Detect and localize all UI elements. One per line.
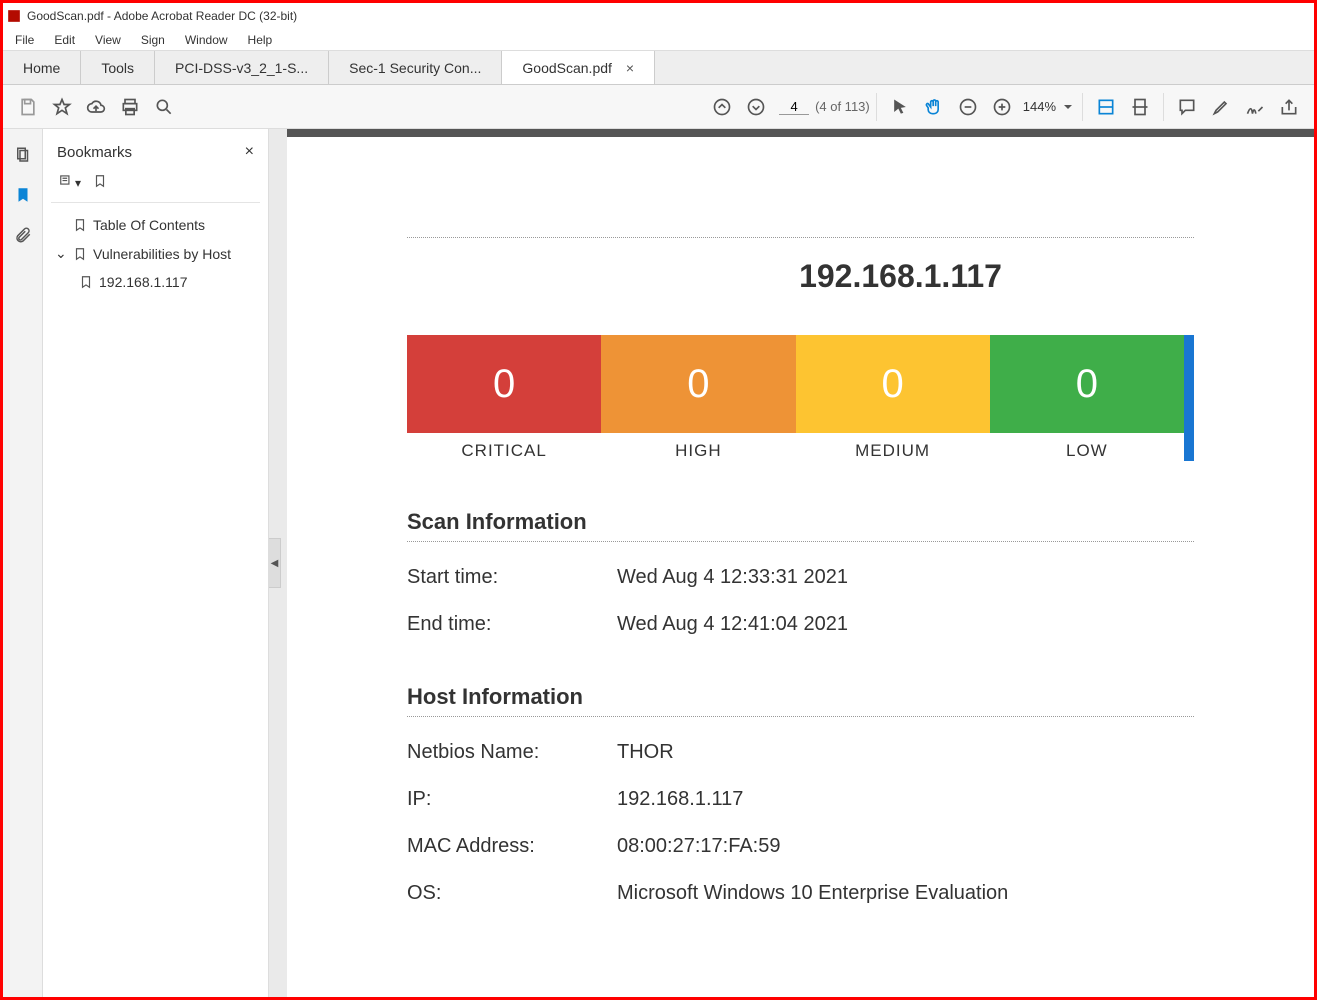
thumbnails-icon[interactable]: [11, 143, 35, 167]
titlebar: GoodScan.pdf - Adobe Acrobat Reader DC (…: [3, 3, 1314, 29]
zoom-level-label: 144%: [1023, 99, 1056, 114]
page-total-label: (4 of 113): [815, 99, 870, 114]
zoom-in-icon[interactable]: [985, 90, 1019, 124]
new-bookmark-icon[interactable]: [93, 173, 107, 192]
severity-chart: 0 0 0 0: [407, 335, 1184, 433]
close-panel-icon[interactable]: ×: [245, 143, 254, 161]
severity-low-count: 0: [990, 335, 1184, 433]
chevron-down-icon[interactable]: ⌄: [55, 245, 67, 262]
page-number-input[interactable]: [779, 99, 809, 115]
selection-arrow-icon[interactable]: [883, 90, 917, 124]
page-up-icon[interactable]: [705, 90, 739, 124]
bookmarks-panel: Bookmarks × ▾ Table Of Contents ⌄ Vulner…: [43, 129, 269, 997]
menu-sign[interactable]: Sign: [131, 31, 175, 49]
find-icon[interactable]: [147, 90, 181, 124]
start-time-label: Start time:: [407, 566, 617, 589]
tab-goodscan[interactable]: GoodScan.pdf ×: [502, 51, 655, 84]
end-time-label: End time:: [407, 613, 617, 636]
star-icon[interactable]: [45, 90, 79, 124]
print-icon[interactable]: [113, 90, 147, 124]
comment-icon[interactable]: [1170, 90, 1204, 124]
toolbar: (4 of 113) 144%: [3, 85, 1314, 129]
bookmarks-icon[interactable]: [11, 183, 35, 207]
menu-help[interactable]: Help: [238, 31, 283, 49]
tabbar: Home Tools PCI-DSS-v3_2_1-S... Sec-1 Sec…: [3, 51, 1314, 85]
host-ip-title: 192.168.1.117: [607, 258, 1194, 295]
bookmark-vuln-by-host[interactable]: ⌄ Vulnerabilities by Host: [51, 239, 260, 268]
page-down-icon[interactable]: [739, 90, 773, 124]
bookmark-item-icon: [73, 246, 87, 262]
severity-high-count: 0: [601, 335, 795, 433]
severity-high-label: HIGH: [601, 441, 795, 461]
end-time-value: Wed Aug 4 12:41:04 2021: [617, 613, 848, 636]
severity-critical-count: 0: [407, 335, 601, 433]
zoom-dropdown-icon[interactable]: [1060, 90, 1076, 124]
os-value: Microsoft Windows 10 Enterprise Evaluati…: [617, 882, 1008, 905]
attachments-icon[interactable]: [11, 223, 35, 247]
bookmark-item-icon: [79, 274, 93, 290]
ip-value: 192.168.1.117: [617, 788, 743, 811]
mac-value: 08:00:27:17:FA:59: [617, 835, 780, 858]
netbios-label: Netbios Name:: [407, 741, 617, 764]
bookmark-host-ip[interactable]: 192.168.1.117: [51, 268, 260, 296]
save-icon[interactable]: [11, 90, 45, 124]
window-title: GoodScan.pdf - Adobe Acrobat Reader DC (…: [27, 9, 297, 23]
severity-medium-label: MEDIUM: [796, 441, 990, 461]
menu-view[interactable]: View: [85, 31, 131, 49]
menu-file[interactable]: File: [5, 31, 44, 49]
bookmark-host-label: 192.168.1.117: [99, 274, 188, 290]
menu-edit[interactable]: Edit: [44, 31, 85, 49]
zoom-out-icon[interactable]: [951, 90, 985, 124]
severity-low-label: LOW: [990, 441, 1184, 461]
menu-window[interactable]: Window: [175, 31, 238, 49]
bookmark-item-icon: [73, 217, 87, 233]
left-rail: [3, 129, 43, 997]
host-info-title: Host Information: [407, 684, 1194, 717]
bookmark-toc[interactable]: Table Of Contents: [51, 211, 260, 239]
start-time-value: Wed Aug 4 12:33:31 2021: [617, 566, 848, 589]
close-tab-icon[interactable]: ×: [626, 60, 634, 76]
mac-label: MAC Address:: [407, 835, 617, 858]
collapse-panel-icon[interactable]: ◀: [269, 538, 281, 588]
tab-pci[interactable]: PCI-DSS-v3_2_1-S...: [155, 51, 329, 84]
highlight-icon[interactable]: [1204, 90, 1238, 124]
severity-info-strip: [1184, 335, 1194, 461]
os-label: OS:: [407, 882, 617, 905]
hand-pan-icon[interactable]: [917, 90, 951, 124]
acrobat-icon: [7, 9, 21, 23]
share-icon[interactable]: [1272, 90, 1306, 124]
content: Bookmarks × ▾ Table Of Contents ⌄ Vulner…: [3, 129, 1314, 997]
severity-critical-label: CRITICAL: [407, 441, 601, 461]
tab-home[interactable]: Home: [3, 51, 81, 84]
bookmarks-title: Bookmarks: [57, 144, 132, 161]
bookmark-vuln-label: Vulnerabilities by Host: [93, 246, 231, 262]
netbios-value: THOR: [617, 741, 674, 764]
sign-icon[interactable]: [1238, 90, 1272, 124]
document-area[interactable]: ◀ 192.168.1.117 0 0 0 0 CRITICAL: [269, 129, 1314, 997]
tab-tools[interactable]: Tools: [81, 51, 155, 84]
severity-labels: CRITICAL HIGH MEDIUM LOW: [407, 441, 1184, 461]
bookmark-toc-label: Table Of Contents: [93, 217, 205, 233]
fit-width-icon[interactable]: [1089, 90, 1123, 124]
scan-info-title: Scan Information: [407, 509, 1194, 542]
severity-medium-count: 0: [796, 335, 990, 433]
ip-label: IP:: [407, 788, 617, 811]
menubar: File Edit View Sign Window Help: [3, 29, 1314, 51]
fit-page-icon[interactable]: [1123, 90, 1157, 124]
tab-sec1[interactable]: Sec-1 Security Con...: [329, 51, 502, 84]
bookmark-options-icon[interactable]: ▾: [57, 173, 81, 192]
pdf-page: 192.168.1.117 0 0 0 0 CRITICAL HIGH MEDI…: [287, 129, 1314, 997]
cloud-upload-icon[interactable]: [79, 90, 113, 124]
